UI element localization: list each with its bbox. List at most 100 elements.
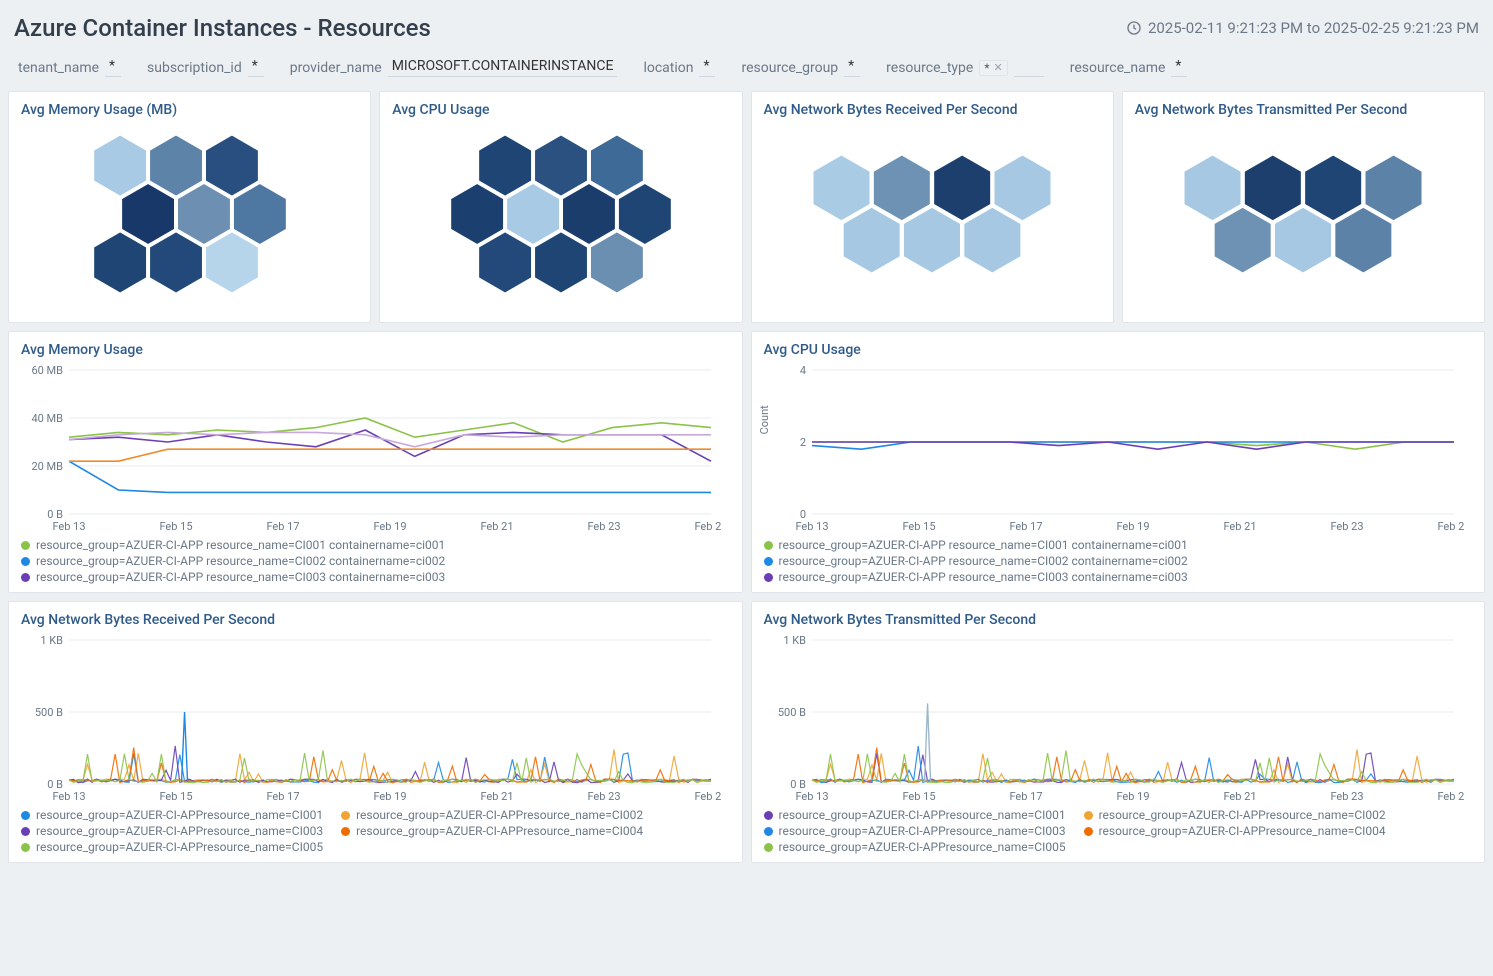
legend-label: resource_group=AZUER-CI-APPresource_name… (779, 808, 1066, 822)
legend-label: resource_group=AZUER-CI-APPresource_name… (779, 840, 1066, 854)
legend-label: resource_group=AZUER-CI-APP resource_nam… (36, 554, 445, 568)
svg-text:Feb 17: Feb 17 (1009, 790, 1042, 803)
legend-item[interactable]: resource_group=AZUER-CI-APP resource_nam… (764, 538, 1188, 552)
close-icon[interactable]: ✕ (993, 61, 1002, 74)
svg-text:Feb 25: Feb 25 (1437, 790, 1464, 803)
filter-label: tenant_name (18, 60, 99, 76)
svg-text:Feb 21: Feb 21 (1223, 520, 1256, 533)
legend-swatch (1084, 827, 1093, 836)
chart-plot[interactable]: 0 B20 MB40 MB60 MBFeb 13Feb 15Feb 17Feb … (21, 364, 721, 534)
legend-label: resource_group=AZUER-CI-APP resource_nam… (36, 570, 445, 584)
filter-value[interactable]: * (1171, 58, 1187, 77)
legend-swatch (764, 843, 773, 852)
filter-subscription_id[interactable]: subscription_id* (147, 58, 264, 77)
svg-text:Feb 23: Feb 23 (587, 790, 620, 803)
legend-item[interactable]: resource_group=AZUER-CI-APPresource_name… (764, 840, 1066, 854)
legend-swatch (764, 557, 773, 566)
legend-label: resource_group=AZUER-CI-APPresource_name… (36, 808, 323, 822)
filter-resource_group[interactable]: resource_group * (741, 58, 860, 77)
filter-value[interactable]: * (105, 58, 121, 77)
legend-swatch (21, 541, 30, 550)
filter-chip[interactable]: *✕ (979, 60, 1007, 76)
legend-label: resource_group=AZUER-CI-APPresource_name… (356, 824, 643, 838)
panel-title: Avg Network Bytes Received Per Second (21, 612, 730, 628)
legend-item[interactable]: resource_group=AZUER-CI-APPresource_name… (21, 840, 323, 854)
legend-item[interactable]: resource_group=AZUER-CI-APP resource_nam… (21, 570, 445, 584)
svg-text:500 B: 500 B (777, 706, 805, 719)
legend-swatch (764, 827, 773, 836)
panel-title: Avg Network Bytes Received Per Second (764, 102, 1101, 118)
page-title: Azure Container Instances - Resources (14, 14, 431, 42)
svg-text:Feb 19: Feb 19 (1116, 790, 1149, 803)
filter-label: resource_group (741, 60, 838, 76)
hex-cpu-panel[interactable]: Avg CPU Usage (379, 91, 742, 323)
svg-text:Feb 23: Feb 23 (587, 520, 620, 533)
filter-resource_name[interactable]: resource_name * (1070, 58, 1188, 77)
legend-item[interactable]: resource_group=AZUER-CI-APPresource_name… (21, 824, 323, 838)
svg-text:1 KB: 1 KB (783, 634, 806, 647)
legend-label: resource_group=AZUER-CI-APPresource_name… (779, 824, 1066, 838)
svg-text:20 MB: 20 MB (31, 460, 63, 473)
hex-tx-panel[interactable]: Avg Network Bytes Transmitted Per Second (1122, 91, 1485, 323)
legend-item[interactable]: resource_group=AZUER-CI-APPresource_name… (764, 824, 1066, 838)
filter-value[interactable]: MICROSOFT.CONTAINERINSTANCE (388, 58, 618, 77)
legend-label: resource_group=AZUER-CI-APPresource_name… (1099, 808, 1386, 822)
hex-rx-panel[interactable]: Avg Network Bytes Received Per Second (751, 91, 1114, 323)
legend-item[interactable]: resource_group=AZUER-CI-APPresource_name… (341, 824, 643, 838)
legend-item[interactable]: resource_group=AZUER-CI-APPresource_name… (764, 808, 1066, 822)
tx-line-panel[interactable]: Avg Network Bytes Transmitted Per Second… (751, 601, 1486, 863)
svg-text:Feb 17: Feb 17 (1009, 520, 1042, 533)
legend-item[interactable]: resource_group=AZUER-CI-APP resource_nam… (21, 554, 445, 568)
legend-item[interactable]: resource_group=AZUER-CI-APPresource_name… (1084, 808, 1386, 822)
legend: resource_group=AZUER-CI-APP resource_nam… (21, 534, 730, 584)
filter-label: resource_name (1070, 60, 1166, 76)
svg-text:1 KB: 1 KB (40, 634, 63, 647)
svg-text:Feb 21: Feb 21 (480, 790, 513, 803)
svg-text:Feb 15: Feb 15 (902, 520, 935, 533)
svg-text:Feb 25: Feb 25 (694, 790, 721, 803)
chart-plot[interactable]: 0 B500 B1 KBFeb 13Feb 15Feb 17Feb 19Feb … (21, 634, 721, 804)
svg-text:60 MB: 60 MB (31, 364, 63, 377)
svg-text:Feb 25: Feb 25 (1437, 520, 1464, 533)
svg-text:Feb 21: Feb 21 (1223, 790, 1256, 803)
legend-item[interactable]: resource_group=AZUER-CI-APP resource_nam… (21, 538, 445, 552)
panel-title: Avg Memory Usage (21, 342, 730, 358)
time-range-text: 2025-02-11 9:21:23 PM to 2025-02-25 9:21… (1148, 19, 1479, 37)
legend-label: resource_group=AZUER-CI-APPresource_name… (1099, 824, 1386, 838)
filter-provider_name[interactable]: provider_nameMICROSOFT.CONTAINERINSTANCE (290, 58, 618, 77)
filter-label: location (643, 60, 693, 76)
legend-item[interactable]: resource_group=AZUER-CI-APPresource_name… (21, 808, 323, 822)
filter-value[interactable]: * (699, 58, 715, 77)
filter-label: resource_type (886, 60, 973, 76)
filter-tenant_name[interactable]: tenant_name * (18, 58, 121, 77)
svg-text:Feb 15: Feb 15 (159, 520, 192, 533)
legend-swatch (21, 843, 30, 852)
time-range[interactable]: 2025-02-11 9:21:23 PM to 2025-02-25 9:21… (1126, 19, 1479, 37)
chart-plot[interactable]: 0 B500 B1 KBFeb 13Feb 15Feb 17Feb 19Feb … (764, 634, 1464, 804)
legend-item[interactable]: resource_group=AZUER-CI-APP resource_nam… (764, 554, 1188, 568)
legend-item[interactable]: resource_group=AZUER-CI-APP resource_nam… (764, 570, 1188, 584)
filter-bar: tenant_name*subscription_id*provider_nam… (8, 52, 1485, 91)
hex-mem-panel[interactable]: Avg Memory Usage (MB) (8, 91, 371, 323)
filter-location[interactable]: location * (643, 58, 715, 77)
legend-label: resource_group=AZUER-CI-APPresource_name… (356, 808, 643, 822)
filter-resource_type[interactable]: resource_type *✕ (886, 58, 1044, 77)
panel-title: Avg Network Bytes Transmitted Per Second (764, 612, 1473, 628)
legend-swatch (764, 811, 773, 820)
rx-line-panel[interactable]: Avg Network Bytes Received Per Second 0 B… (8, 601, 743, 863)
legend-label: resource_group=AZUER-CI-APPresource_name… (36, 840, 323, 854)
cpu-line-panel[interactable]: Avg CPU UsageCount024Feb 13Feb 15Feb 17F… (751, 331, 1486, 593)
svg-text:Feb 19: Feb 19 (373, 520, 406, 533)
mem-line-panel[interactable]: Avg Memory Usage0 B20 MB40 MB60 MBFeb 13… (8, 331, 743, 593)
chart-plot[interactable]: 024Feb 13Feb 15Feb 17Feb 19Feb 21Feb 23F… (764, 364, 1464, 534)
filter-value[interactable]: * (248, 58, 264, 77)
legend-item[interactable]: resource_group=AZUER-CI-APPresource_name… (1084, 824, 1386, 838)
svg-text:40 MB: 40 MB (31, 412, 63, 425)
svg-text:Feb 15: Feb 15 (159, 790, 192, 803)
legend-swatch (341, 811, 350, 820)
legend-label: resource_group=AZUER-CI-APP resource_nam… (779, 538, 1188, 552)
filter-value[interactable]: * (844, 58, 860, 77)
legend-swatch (1084, 811, 1093, 820)
legend-label: resource_group=AZUER-CI-APP resource_nam… (36, 538, 445, 552)
legend-item[interactable]: resource_group=AZUER-CI-APPresource_name… (341, 808, 643, 822)
